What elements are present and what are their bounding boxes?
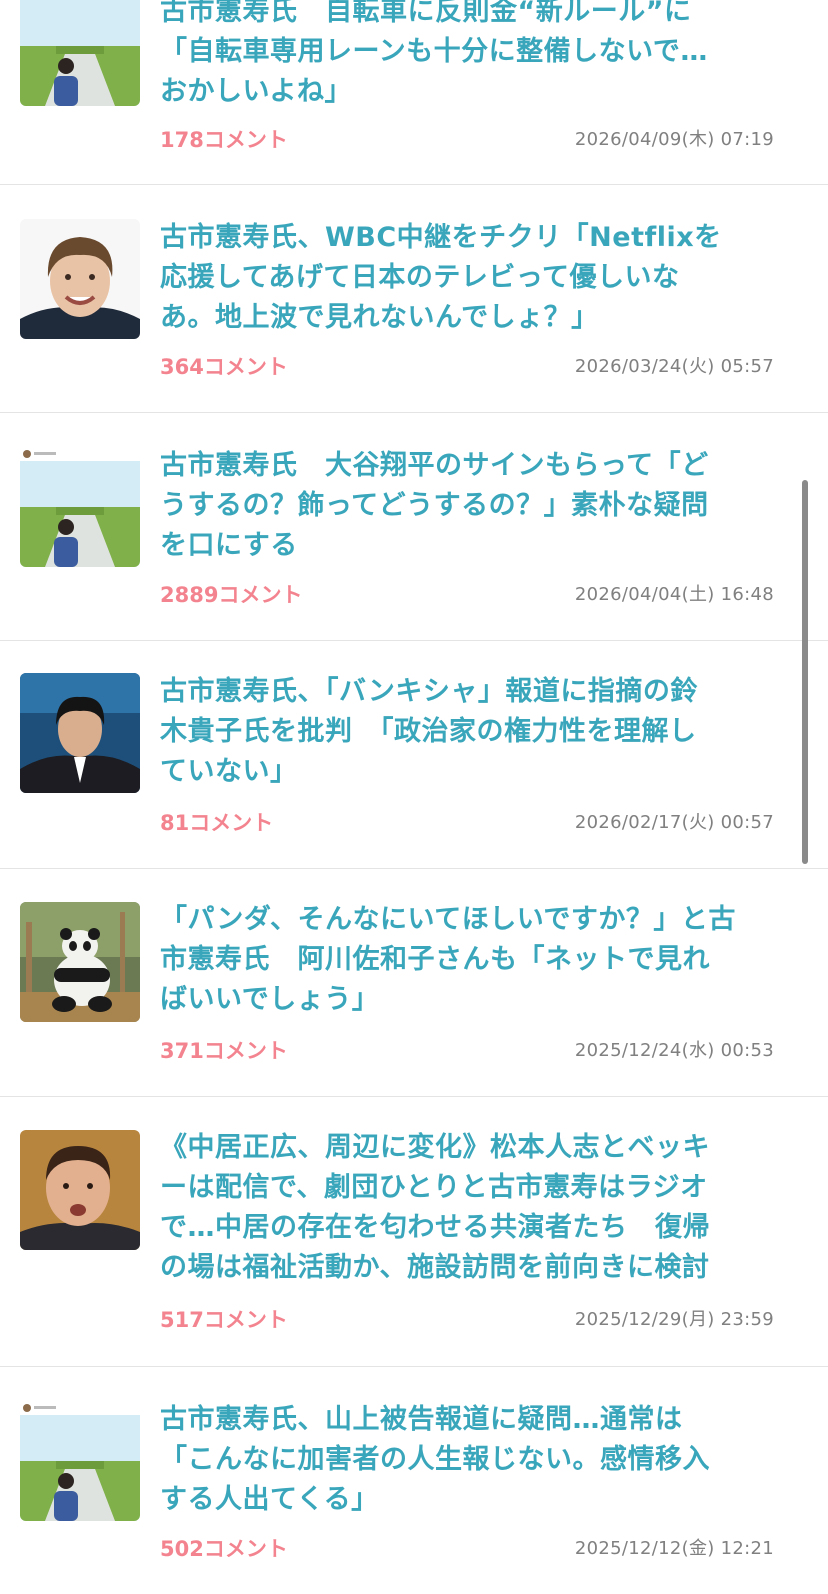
sns-post-field-photo-image <box>20 447 140 567</box>
comment-number: 364 <box>160 355 204 379</box>
comment-number: 81 <box>160 811 190 835</box>
vertical-scrollbar[interactable] <box>802 480 808 864</box>
article-date: 2025/12/24(水) 00:53 <box>574 1040 774 1061</box>
comment-number: 178 <box>160 128 204 152</box>
article-item[interactable]: 《中居正広、周辺に変化》松本人志とベッキ ーは配信で、劇団ひとりと古市憲寿はラジ… <box>0 1097 828 1367</box>
article-date: 2026/04/09(木) 07:19 <box>574 129 774 150</box>
sns-post-field-photo-image <box>20 0 140 106</box>
article-item[interactable]: 古市憲寿氏 自転車に反則金“新ルール”に 「自転車専用レーンも十分に整備しないで… <box>0 0 828 185</box>
article-thumbnail[interactable] <box>20 1130 140 1250</box>
article-title[interactable]: 古市憲寿氏、WBC中継をチクリ「Netflixを 応援してあげて日本のテレビって… <box>160 218 800 338</box>
comment-number: 2889 <box>160 583 219 607</box>
article-item[interactable]: 古市憲寿氏、山上被告報道に疑問…通常は 「こんなに加害者の人生報じない。感情移入… <box>0 1367 828 1594</box>
comment-count[interactable]: 81コメント <box>160 809 273 837</box>
comment-number: 502 <box>160 1537 204 1561</box>
article-item[interactable]: 古市憲寿氏、WBC中継をチクリ「Netflixを 応援してあげて日本のテレビって… <box>0 185 828 413</box>
article-item[interactable]: 「パンダ、そんなにいてほしいですか？」と古 市憲寿氏 阿川佐和子さんも「ネットで… <box>0 869 828 1097</box>
article-thumbnail[interactable] <box>20 1401 140 1521</box>
article-date: 2025/12/29(月) 23:59 <box>574 1309 774 1330</box>
article-title[interactable]: 古市憲寿氏 大谷翔平のサインもらって「ど うするの？飾ってどうするの？」素朴な疑… <box>160 446 800 566</box>
article-thumbnail[interactable] <box>20 219 140 339</box>
comment-count[interactable]: 502コメント <box>160 1535 288 1563</box>
comment-count[interactable]: 178コメント <box>160 126 288 154</box>
comment-label: コメント <box>203 1537 288 1561</box>
comment-label: コメント <box>203 128 288 152</box>
comment-label: コメント <box>203 1039 288 1063</box>
man-speaking-portrait-image <box>20 1130 140 1250</box>
comment-label: コメント <box>203 355 288 379</box>
article-item[interactable]: 古市憲寿氏、「バンキシャ」報道に指摘の鈴 木貴子氏を批判 「政治家の権力性を理解… <box>0 641 828 869</box>
article-title[interactable]: 《中居正広、周辺に変化》松本人志とベッキ ーは配信で、劇団ひとりと古市憲寿はラジ… <box>160 1128 800 1288</box>
article-thumbnail[interactable] <box>20 447 140 567</box>
article-thumbnail[interactable] <box>20 0 140 106</box>
article-feed: 古市憲寿氏 自転車に反則金“新ルール”に 「自転車専用レーンも十分に整備しないで… <box>0 0 828 1594</box>
comment-count[interactable]: 2889コメント <box>160 581 302 609</box>
giant-panda-image <box>20 902 140 1022</box>
comment-label: コメント <box>203 1308 288 1332</box>
sns-post-field-photo-image <box>20 1401 140 1521</box>
article-title[interactable]: 古市憲寿氏、「バンキシャ」報道に指摘の鈴 木貴子氏を批判 「政治家の権力性を理解… <box>160 672 800 792</box>
article-title[interactable]: 古市憲寿氏 自転車に反則金“新ルール”に 「自転車専用レーンも十分に整備しないで… <box>160 0 800 112</box>
article-date: 2026/02/17(火) 00:57 <box>574 812 774 833</box>
article-title[interactable]: 「パンダ、そんなにいてほしいですか？」と古 市憲寿氏 阿川佐和子さんも「ネットで… <box>160 900 800 1020</box>
article-date: 2026/03/24(火) 05:57 <box>574 356 774 377</box>
comment-label: コメント <box>218 583 303 607</box>
comment-count[interactable]: 517コメント <box>160 1306 288 1334</box>
article-thumbnail[interactable] <box>20 902 140 1022</box>
article-thumbnail[interactable] <box>20 673 140 793</box>
article-date: 2025/12/12(金) 12:21 <box>574 1538 774 1559</box>
comment-count[interactable]: 371コメント <box>160 1037 288 1065</box>
article-title[interactable]: 古市憲寿氏、山上被告報道に疑問…通常は 「こんなに加害者の人生報じない。感情移入… <box>160 1400 800 1520</box>
comment-number: 517 <box>160 1308 204 1332</box>
comment-count[interactable]: 364コメント <box>160 353 288 381</box>
man-on-tv-set-image <box>20 673 140 793</box>
article-item[interactable]: 古市憲寿氏 大谷翔平のサインもらって「ど うするの？飾ってどうするの？」素朴な疑… <box>0 413 828 641</box>
comment-number: 371 <box>160 1039 204 1063</box>
smiling-man-portrait-image <box>20 219 140 339</box>
comment-label: コメント <box>189 811 274 835</box>
article-date: 2026/04/04(土) 16:48 <box>574 584 774 605</box>
